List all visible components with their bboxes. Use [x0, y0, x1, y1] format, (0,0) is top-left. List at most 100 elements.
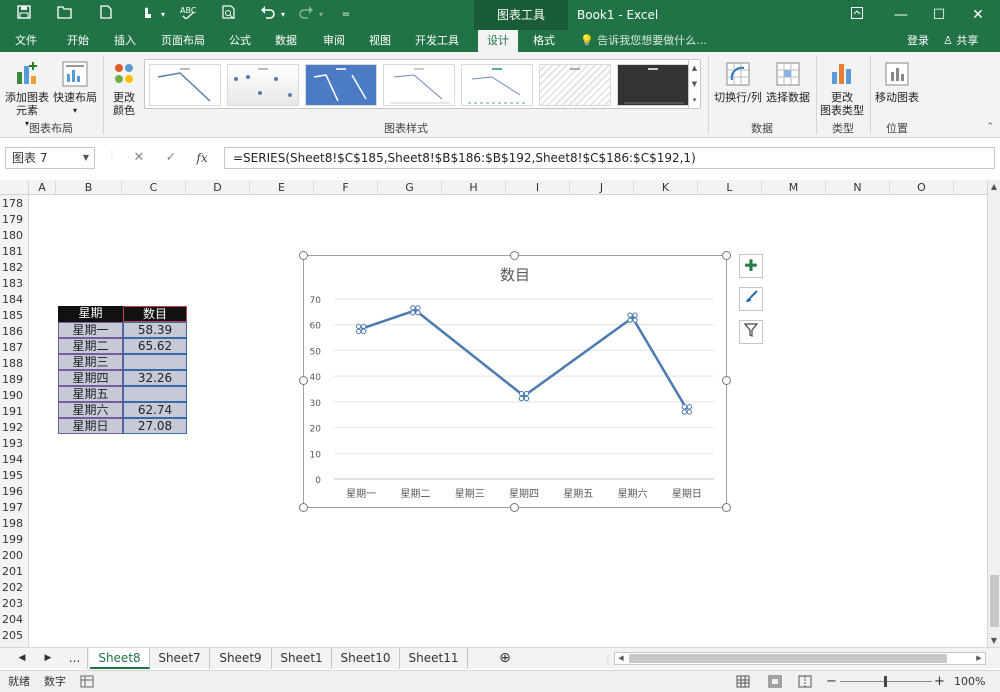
spelling-icon[interactable]: ABC: [178, 5, 198, 25]
undo-icon[interactable]: [258, 5, 278, 25]
undo-dropdown-icon[interactable]: ▾: [278, 5, 288, 25]
page-layout-view-icon[interactable]: [768, 675, 782, 691]
sheet-tab-sheet1[interactable]: Sheet1: [272, 648, 332, 669]
row-header[interactable]: 185: [0, 308, 28, 324]
resize-handle-bottom[interactable]: [510, 503, 519, 512]
resize-handle-bottom-right[interactable]: [722, 503, 731, 512]
row-header[interactable]: 192: [0, 420, 28, 436]
row-header[interactable]: 179: [0, 212, 28, 228]
column-header[interactable]: H: [442, 180, 506, 195]
tab-file[interactable]: 文件: [6, 30, 46, 52]
row-header[interactable]: 182: [0, 260, 28, 276]
resize-handle-top-right[interactable]: [722, 251, 731, 260]
table-cell-value[interactable]: 58.39: [123, 322, 187, 338]
zoom-in-icon[interactable]: +: [934, 671, 945, 692]
scroll-left-icon[interactable]: ◀: [615, 653, 627, 664]
row-header[interactable]: 178: [0, 196, 28, 212]
switch-row-column-button[interactable]: 切换行/列: [712, 56, 764, 104]
gallery-more-icon[interactable]: ▾: [689, 92, 700, 108]
row-header[interactable]: 183: [0, 276, 28, 292]
row-header[interactable]: 198: [0, 516, 28, 532]
chart-styles-button[interactable]: [739, 287, 763, 311]
prev-sheet-icon[interactable]: ◀: [12, 648, 32, 669]
sheet-tab-sheet8[interactable]: Sheet8: [90, 648, 150, 669]
row-header[interactable]: 196: [0, 484, 28, 500]
line-chart[interactable]: 数目 0 10 20 30 40 50 60 70 星期一 星期二 星期三 星期四 星期五 星期六 星期日: [303, 255, 727, 508]
column-header[interactable]: F: [314, 180, 378, 195]
tab-insert[interactable]: 插入: [105, 30, 145, 52]
share-button[interactable]: ♙ 共享: [943, 30, 978, 52]
sheet-tab-sheet11[interactable]: Sheet11: [400, 648, 468, 669]
tab-view[interactable]: 视图: [360, 30, 400, 52]
scroll-up-icon[interactable]: ▲: [988, 180, 1000, 193]
column-header[interactable]: L: [698, 180, 762, 195]
column-header[interactable]: E: [250, 180, 314, 195]
chart-style-7[interactable]: [617, 64, 689, 106]
column-header[interactable]: J: [570, 180, 634, 195]
collapse-ribbon-icon[interactable]: ⌃: [986, 122, 994, 132]
row-header[interactable]: 203: [0, 596, 28, 612]
move-chart-button[interactable]: 移动图表: [872, 56, 922, 104]
table-cell-day[interactable]: 星期六: [58, 402, 123, 418]
formula-input[interactable]: =SERIES(Sheet8!$C$185,Sheet8!$B$186:$B$1…: [224, 147, 995, 169]
row-header[interactable]: 181: [0, 244, 28, 260]
tab-review[interactable]: 审阅: [314, 30, 354, 52]
add-chart-element-button[interactable]: 添加图表 元素 ▾: [4, 56, 50, 130]
row-header[interactable]: 201: [0, 564, 28, 580]
row-header[interactable]: 199: [0, 532, 28, 548]
gallery-scroll[interactable]: ▲ ▼ ▾: [688, 60, 700, 108]
sheet-tab-sheet9[interactable]: Sheet9: [210, 648, 272, 669]
table-cell-day[interactable]: 星期四: [58, 370, 123, 386]
name-box-dropdown-icon[interactable]: ▼: [83, 148, 89, 168]
vertical-scroll-thumb[interactable]: [990, 575, 999, 627]
table-cell-day[interactable]: 星期五: [58, 386, 123, 402]
column-header[interactable]: N: [826, 180, 890, 195]
chart-style-3[interactable]: [305, 64, 377, 106]
gallery-down-icon[interactable]: ▼: [689, 76, 700, 92]
row-header[interactable]: 180: [0, 228, 28, 244]
row-header[interactable]: 197: [0, 500, 28, 516]
table-header-day[interactable]: 星期: [58, 306, 123, 322]
table-cell-day[interactable]: 星期一: [58, 322, 123, 338]
change-chart-type-button[interactable]: 更改 图表类型: [818, 56, 866, 117]
table-header-count[interactable]: 数目: [123, 306, 187, 322]
chart-style-2[interactable]: [227, 64, 299, 106]
cancel-icon[interactable]: ✕: [128, 147, 150, 169]
column-header[interactable]: M: [762, 180, 826, 195]
touch-mode-icon[interactable]: [137, 5, 157, 25]
chart-style-5[interactable]: [461, 64, 533, 106]
horizontal-scroll-thumb[interactable]: [629, 654, 947, 663]
tab-formulas[interactable]: 公式: [220, 30, 260, 52]
redo-dropdown-icon[interactable]: ▾: [316, 5, 326, 25]
customize-qat-icon[interactable]: =: [336, 5, 356, 25]
row-header[interactable]: 184: [0, 292, 28, 308]
table-cell-day[interactable]: 星期日: [58, 418, 123, 434]
sheet-tab-sheet7[interactable]: Sheet7: [150, 648, 210, 669]
normal-view-icon[interactable]: [736, 675, 750, 691]
column-header[interactable]: O: [890, 180, 954, 195]
column-header[interactable]: D: [186, 180, 250, 195]
row-header[interactable]: 195: [0, 468, 28, 484]
vertical-scrollbar[interactable]: ▲ ▼: [987, 180, 1000, 647]
tell-me-box[interactable]: 💡 告诉我您想要做什么...: [580, 30, 707, 52]
chart-style-4[interactable]: [383, 64, 455, 106]
select-data-button[interactable]: 选择数据: [764, 56, 812, 104]
tab-data[interactable]: 数据: [266, 30, 306, 52]
print-preview-icon[interactable]: [219, 5, 239, 25]
row-header[interactable]: 189: [0, 372, 28, 388]
column-header[interactable]: C: [122, 180, 186, 195]
table-cell-value[interactable]: [123, 386, 187, 402]
row-header[interactable]: 193: [0, 436, 28, 452]
close-button[interactable]: ✕: [956, 0, 1000, 30]
save-icon[interactable]: [14, 5, 34, 25]
next-sheet-icon[interactable]: ▶: [38, 648, 58, 669]
row-header[interactable]: 200: [0, 548, 28, 564]
touch-mode-dropdown-icon[interactable]: ▾: [158, 5, 168, 25]
scroll-down-icon[interactable]: ▼: [988, 634, 1000, 647]
table-cell-value[interactable]: 32.26: [123, 370, 187, 386]
add-sheet-icon[interactable]: ⊕: [494, 648, 516, 669]
resize-handle-bottom-left[interactable]: [299, 503, 308, 512]
row-header[interactable]: 188: [0, 356, 28, 372]
zoom-level[interactable]: 100%: [954, 671, 985, 692]
table-cell-value[interactable]: 62.74: [123, 402, 187, 418]
